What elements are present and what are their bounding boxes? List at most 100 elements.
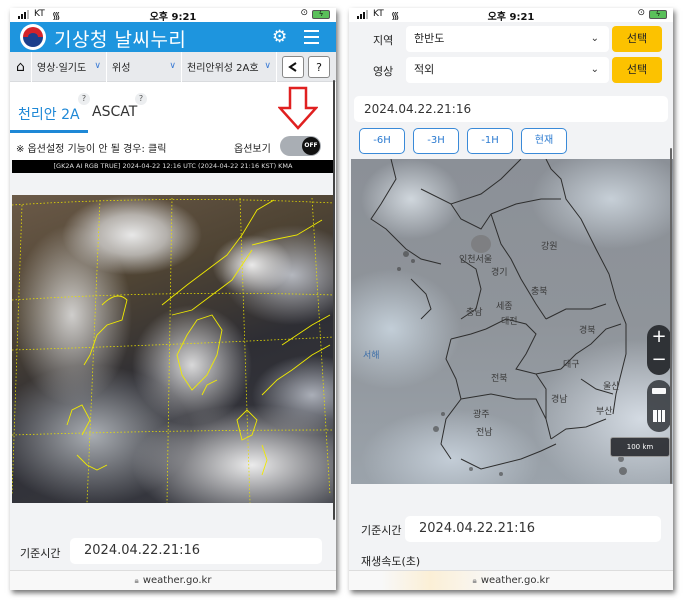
satellite-map[interactable]: 강원 인천서울 경기 충북 충남 세종 대전 경북 대구 전북 울산 경남 부산… [351, 159, 673, 484]
reference-time-field[interactable]: 2024.04.22.21:16 [405, 516, 661, 542]
zoom-out-button[interactable]: − [647, 350, 671, 370]
status-bar: KT ᯾ 오후 9:21 ⊙ ϟ [349, 8, 673, 23]
options-toggle[interactable]: OFF [280, 136, 321, 156]
nav-dropdown-media[interactable]: 영상·일기도 ∨ [32, 51, 107, 82]
minus-3h-button[interactable]: -3H [413, 128, 459, 154]
map-label-jeonbuk: 전북 [491, 374, 508, 384]
map-label-daejeon: 대전 [501, 317, 518, 327]
region-label: 지역 [373, 34, 394, 47]
reference-time-row: 기준시간 2024.04.22.21:16 [10, 538, 336, 568]
orientation-lock-icon: ⊙ [637, 8, 645, 18]
nav-dropdown-label: 위성 [112, 63, 131, 74]
reference-time-row: 기준시간 2024.04.22.21:16 [349, 516, 673, 544]
options-help-link[interactable]: ※ 옵션설정 기능이 안 될 경우: 클릭 [16, 140, 166, 155]
region-value: 한반도 [414, 32, 445, 45]
chevron-down-icon: ∨ [94, 60, 101, 71]
share-icon [288, 62, 297, 72]
orientation-lock-icon: ⊙ [300, 8, 308, 18]
layers-book-icon[interactable] [653, 410, 665, 422]
satellite-tabs: 천리안 2A ? ASCAT ? [10, 82, 336, 134]
map-label-sejong: 세종 [496, 302, 513, 312]
clock: 오후 9:21 [149, 12, 197, 23]
map-label-gyeonggi: 경기 [491, 268, 508, 278]
map-scale-bar: 100 km [610, 437, 670, 457]
region-select-button[interactable]: 선택 [612, 26, 662, 52]
image-type-select[interactable]: 적외 ⌄ [406, 57, 609, 83]
page-scrollbar[interactable] [333, 80, 335, 520]
current-time-button[interactable]: 현재 [521, 128, 567, 154]
map-label-chungnam: 충남 [466, 308, 483, 318]
region-select[interactable]: 한반도 ⌄ [406, 26, 609, 52]
map-label-busan: 부산 [596, 407, 613, 417]
map-label-chungbuk: 충북 [531, 287, 548, 297]
nav-dropdown-gk2a[interactable]: 천리안위성 2A호 ∨ [182, 51, 277, 82]
nav-dropdown-label: 천리안위성 2A호 [187, 63, 259, 74]
map-label-ulsan: 울산 [603, 382, 620, 392]
lock-icon: 🔒︎ [134, 576, 139, 585]
map-label-gangwon: 강원 [541, 242, 558, 252]
map-label-jeonnam: 전남 [476, 428, 493, 438]
map-label-gyeongbuk: 경북 [579, 326, 596, 336]
image-type-select-button[interactable]: 선택 [612, 57, 662, 83]
ruler-icon[interactable] [652, 388, 666, 394]
breadcrumb-nav: ⌂ 영상·일기도 ∨ 위성 ∨ 천리안위성 2A호 ∨ ? [10, 51, 336, 82]
clock: 오후 9:21 [487, 12, 535, 23]
map-tools-control [647, 380, 671, 432]
image-type-value: 적외 [414, 63, 435, 76]
map-label-incheon-seoul: 인천서울 [459, 255, 493, 265]
satellite-caption: [GK2A AI RGB TRUE] 2024-04-22 12:16 UTC … [12, 160, 334, 173]
battery-charging-icon: ϟ [312, 10, 330, 19]
chevron-down-icon: ⌄ [590, 64, 599, 75]
active-tab-indicator [10, 130, 88, 133]
chevron-down-icon: ⌄ [590, 33, 599, 44]
image-type-select-row: 영상 적외 ⌄ 선택 [349, 57, 673, 83]
lat-lon-grid [12, 197, 334, 503]
zoom-in-button[interactable]: + [647, 327, 671, 347]
options-row: ※ 옵션설정 기능이 안 될 경우: 클릭 옵션보기 OFF [10, 134, 336, 160]
lock-icon: 🔒︎ [472, 576, 477, 585]
kma-logo-icon[interactable] [20, 24, 46, 50]
gear-icon[interactable]: ⚙ [272, 27, 287, 47]
playback-speed-label: 재생속도(초) [361, 555, 421, 568]
map-zoom-control: + − [647, 325, 671, 375]
status-bar: KT ᯾ 오후 9:21 ⊙ ϟ [10, 8, 336, 23]
site-header: 기상청 날씨누리 ⚙ [10, 22, 336, 52]
left-phone-screen: KT ᯾ 오후 9:21 ⊙ ϟ 기상청 날씨누리 ⚙ ⌂ 영상·일기도 ∨ 위… [10, 8, 336, 590]
red-down-arrow-annotation [278, 86, 318, 130]
battery-charging-icon: ϟ [649, 10, 667, 19]
map-label-west-sea: 서해 [363, 351, 380, 361]
image-type-label: 영상 [373, 65, 394, 78]
nav-dropdown-label: 영상·일기도 [37, 63, 87, 74]
map-label-gyeongnam: 경남 [551, 395, 568, 405]
browser-url-bar[interactable]: 🔒︎ weather.go.kr [349, 570, 673, 590]
url-text: weather.go.kr [142, 575, 212, 586]
tab-ascat[interactable]: ASCAT [92, 104, 137, 120]
share-button[interactable] [282, 56, 304, 78]
browser-url-bar[interactable]: 🔒︎ weather.go.kr [10, 570, 336, 590]
chevron-down-icon: ∨ [169, 60, 176, 71]
tab-gk2a[interactable]: 천리안 2A [18, 104, 80, 124]
reference-time-label: 기준시간 [20, 547, 61, 560]
region-select-row: 지역 한반도 ⌄ 선택 [349, 26, 673, 52]
satellite-image[interactable] [12, 195, 334, 503]
page-scrollbar[interactable] [670, 148, 672, 484]
minus-6h-button[interactable]: -6H [359, 128, 405, 154]
map-label-gwangju: 광주 [473, 410, 490, 420]
home-icon[interactable]: ⌂ [10, 51, 32, 82]
help-button[interactable]: ? [308, 56, 330, 78]
reference-time-field[interactable]: 2024.04.22.21:16 [70, 538, 322, 564]
toggle-state: OFF [302, 137, 320, 155]
map-label-daegu: 대구 [563, 360, 580, 370]
url-text: weather.go.kr [480, 575, 550, 586]
right-phone-screen: KT ᯾ 오후 9:21 ⊙ ϟ 지역 한반도 ⌄ 선택 영상 적외 ⌄ 선택 … [349, 8, 673, 590]
help-icon[interactable]: ? [135, 93, 147, 105]
chevron-down-icon: ∨ [264, 60, 271, 71]
help-icon[interactable]: ? [78, 93, 90, 105]
options-toggle-label: 옵션보기 [234, 144, 271, 155]
hamburger-menu-icon[interactable] [304, 30, 319, 44]
site-title[interactable]: 기상청 날씨누리 [54, 25, 186, 52]
time-field[interactable]: 2024.04.22.21:16 [354, 96, 668, 122]
minus-1h-button[interactable]: -1H [467, 128, 513, 154]
reference-time-label: 기준시간 [361, 524, 402, 537]
nav-dropdown-satellite[interactable]: 위성 ∨ [107, 51, 182, 82]
